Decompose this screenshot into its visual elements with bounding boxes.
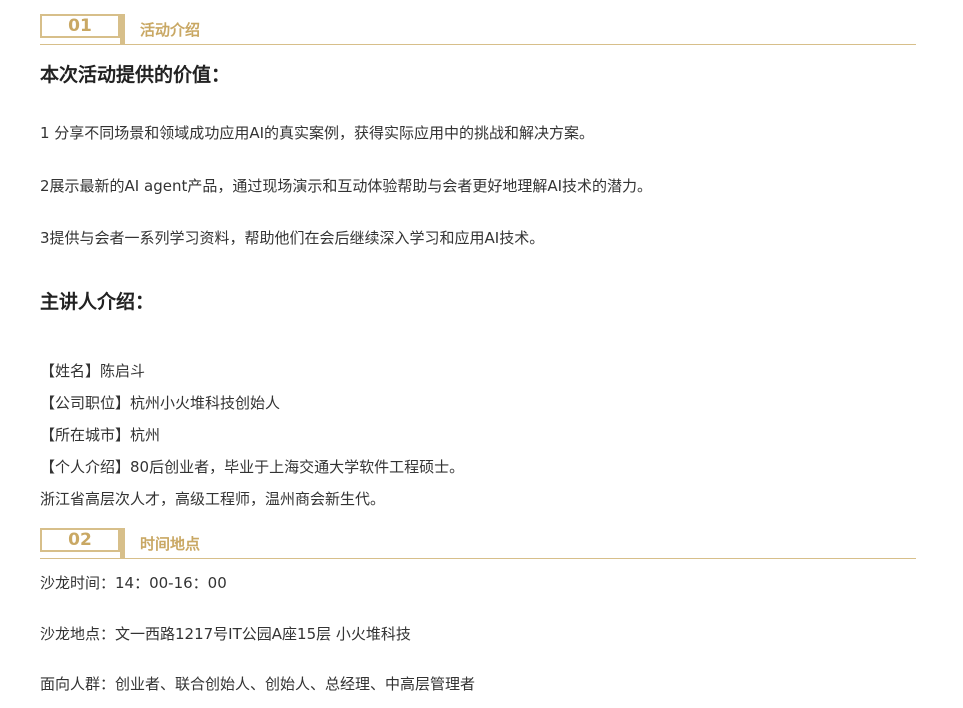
speaker-name: 【姓名】陈启斗 (40, 362, 146, 380)
speaker-position: 【公司职位】杭州小火堆科技创始人 (40, 394, 281, 412)
section-header-intro: 01 活动介绍 (40, 14, 916, 45)
section-title: 活动介绍 (140, 21, 201, 39)
speaker-info: 【姓名】陈启斗 【公司职位】杭州小火堆科技创始人 【所在城市】杭州 【个人介绍】… (40, 355, 464, 515)
event-time: 沙龙时间：14：00-16：00 (40, 574, 227, 592)
speaker-city: 【所在城市】杭州 (40, 426, 161, 444)
event-audience: 面向人群：创业者、联合创始人、创始人、总经理、中高层管理者 (40, 675, 476, 693)
speaker-heading: 主讲人介绍： (40, 291, 155, 313)
section-title: 时间地点 (140, 535, 201, 553)
section-number-tab (120, 528, 125, 558)
section-header-time-location: 02 时间地点 (40, 528, 916, 559)
speaker-bio-continued: 浙江省高层次人才，高级工程师，温州商会新生代。 (40, 490, 386, 508)
section-number-badge: 01 (40, 14, 120, 38)
value-item: 2展示最新的AI agent产品，通过现场演示和互动体验帮助与会者更好地理解AI… (40, 177, 653, 195)
speaker-bio: 【个人介绍】80后创业者，毕业于上海交通大学软件工程硕士。 (40, 458, 465, 476)
section-number-tab (120, 14, 125, 44)
section-number-badge: 02 (40, 528, 120, 552)
value-heading: 本次活动提供的价值： (40, 64, 231, 86)
event-location: 沙龙地点：文一西路1217号IT公园A座15层 小火堆科技 (40, 625, 411, 643)
value-item: 3提供与会者一系列学习资料，帮助他们在会后继续深入学习和应用AI技术。 (40, 229, 545, 247)
value-item: 1 分享不同场景和领域成功应用AI的真实案例，获得实际应用中的挑战和解决方案。 (40, 124, 595, 142)
